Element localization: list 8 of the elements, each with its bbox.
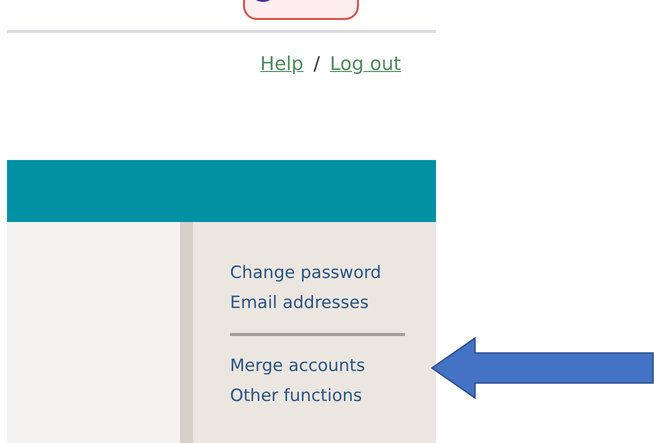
- link-separator: /: [314, 52, 320, 78]
- menu-link[interactable]: Merge accounts: [230, 351, 366, 381]
- header-link[interactable]: Help: [260, 50, 304, 79]
- header-link[interactable]: Log out: [330, 50, 401, 79]
- menu-link[interactable]: Change password: [230, 258, 382, 288]
- menu-link[interactable]: Other functions: [230, 381, 362, 411]
- menu-link[interactable]: Email addresses: [230, 288, 369, 318]
- arrow-icon: [431, 337, 654, 399]
